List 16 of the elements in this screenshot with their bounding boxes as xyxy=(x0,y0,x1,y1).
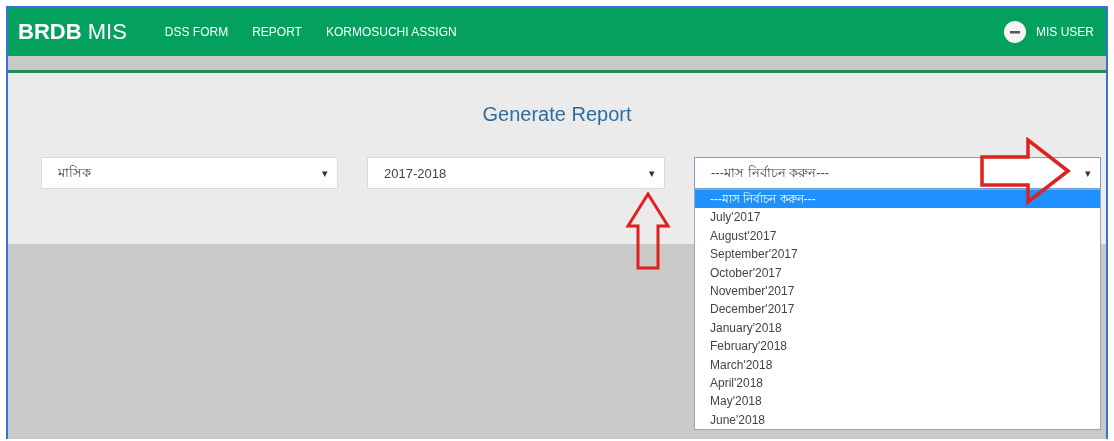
page-title: Generate Report xyxy=(482,103,632,126)
dropdown-option[interactable]: May'2018 xyxy=(695,392,1100,411)
dropdown-option[interactable]: November'2017 xyxy=(695,281,1100,301)
dropdown-option[interactable]: August'2017 xyxy=(695,226,1100,246)
select-field[interactable]: মাসিক ▾ xyxy=(41,157,338,189)
select-field[interactable]: 2017-2018 ▾ xyxy=(367,157,665,189)
dropdown-option[interactable]: April'2018 xyxy=(695,373,1100,393)
dropdown-option[interactable]: January'2018 xyxy=(695,318,1100,338)
dropdown-option[interactable]: December'2017 xyxy=(695,300,1100,319)
dropdown-option[interactable]: March'2018 xyxy=(695,355,1100,374)
dropdown-option[interactable]: February'2018 xyxy=(695,337,1100,356)
dropdown-option[interactable]: September'2017 xyxy=(695,245,1100,264)
dropdown-option[interactable]: June'2018 xyxy=(695,410,1100,430)
dropdown-option[interactable]: July'2017 xyxy=(695,208,1100,227)
dropdown-option[interactable]: October'2017 xyxy=(695,263,1100,282)
avatar-icon[interactable] xyxy=(1004,21,1026,43)
